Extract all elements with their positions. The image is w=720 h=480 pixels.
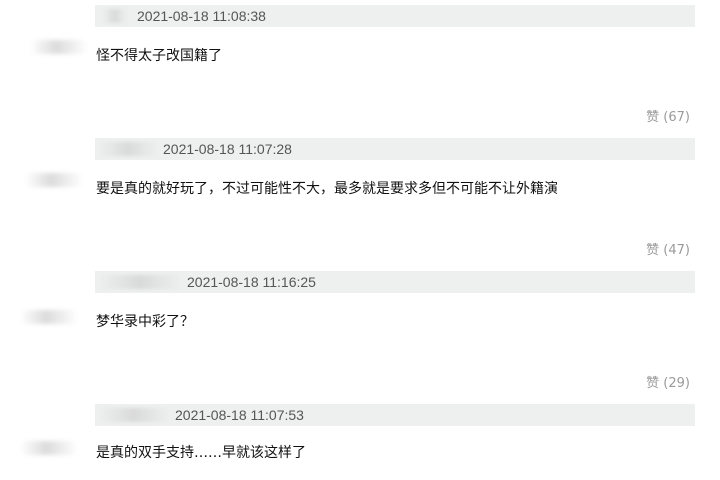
like-button[interactable]: 赞 (29) (646, 376, 690, 392)
comment-item: 2021-08-18 11:08:38 怪不得太子改国籍了 赞 (67) (0, 0, 720, 133)
avatar[interactable] (20, 310, 78, 324)
comment-text: 怪不得太子改国籍了 (96, 48, 222, 64)
comment-timestamp: 2021-08-18 11:16:25 (187, 274, 316, 290)
avatar[interactable] (20, 441, 78, 455)
comment-text: 要是真的就好玩了，不过可能性不大，最多就是要求多但不可能不让外籍演 (96, 181, 558, 197)
comment-text: 是真的双手支持……早就该这样了 (96, 445, 306, 461)
comment-item: 2021-08-18 11:07:53 是真的双手支持……早就该这样了 (0, 399, 720, 480)
like-button[interactable]: 赞 (67) (646, 110, 690, 126)
avatar[interactable] (25, 173, 83, 187)
avatar[interactable] (30, 40, 88, 54)
username-redacted[interactable] (99, 275, 181, 289)
comment-meta-bar: 2021-08-18 11:16:25 (95, 271, 695, 293)
comment-timestamp: 2021-08-18 11:07:53 (175, 407, 304, 423)
comment-text: 梦华录中彩了？ (96, 314, 194, 330)
username-redacted[interactable] (103, 9, 127, 23)
comment-meta-bar: 2021-08-18 11:07:28 (95, 138, 695, 160)
username-redacted[interactable] (99, 142, 157, 156)
comment-item: 2021-08-18 11:07:28 要是真的就好玩了，不过可能性不大，最多就… (0, 133, 720, 266)
comment-item: 2021-08-18 11:16:25 梦华录中彩了？ 赞 (29) (0, 266, 720, 399)
comment-timestamp: 2021-08-18 11:08:38 (137, 8, 266, 24)
comment-meta-bar: 2021-08-18 11:08:38 (95, 5, 695, 27)
comment-timestamp: 2021-08-18 11:07:28 (163, 141, 292, 157)
username-redacted[interactable] (99, 408, 169, 422)
like-button[interactable]: 赞 (47) (646, 243, 690, 259)
comment-meta-bar: 2021-08-18 11:07:53 (95, 404, 695, 426)
